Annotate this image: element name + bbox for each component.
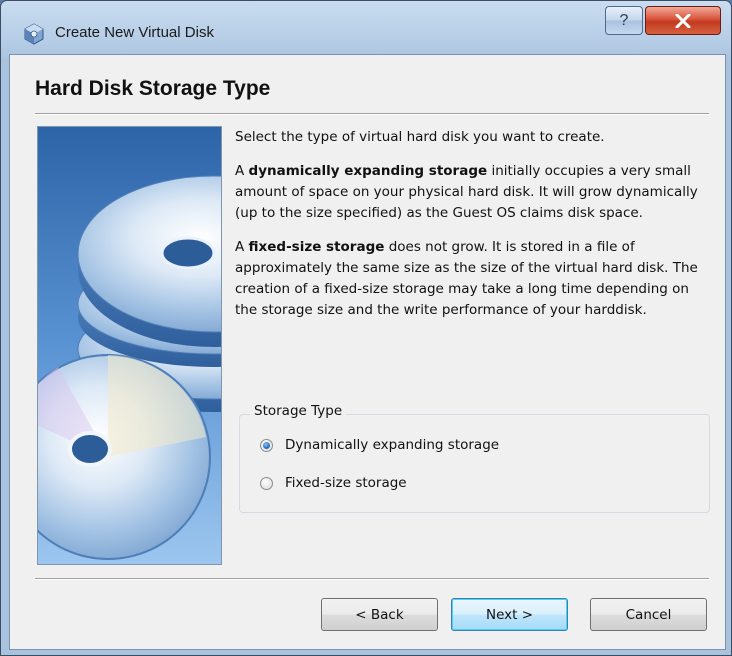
close-x-icon (675, 13, 691, 28)
title-bar[interactable]: Create New Virtual Disk ? (1, 1, 731, 53)
close-button[interactable] (645, 6, 721, 35)
virtualbox-cube-icon (24, 23, 44, 45)
help-icon: ? (619, 11, 629, 29)
footer-divider (35, 578, 709, 580)
header-divider (35, 113, 709, 115)
intro-text: Select the type of virtual hard disk you… (235, 129, 605, 145)
description-text: Select the type of virtual hard disk you… (235, 127, 715, 334)
fixed-term: fixed-size storage (248, 239, 385, 255)
help-button[interactable]: ? (605, 6, 643, 35)
storage-type-title: Storage Type (250, 403, 347, 419)
back-button[interactable]: < Back (321, 598, 438, 631)
storage-type-group: Storage Type Dynamically expanding stora… (239, 403, 710, 513)
cancel-button[interactable]: Cancel (590, 598, 707, 631)
wizard-side-image (37, 126, 222, 565)
radio-dynamic-label: Dynamically expanding storage (285, 437, 500, 453)
radio-button-unchecked[interactable] (260, 476, 273, 490)
radio-button-checked[interactable] (260, 438, 273, 452)
disks-illustration (38, 127, 221, 564)
radio-dynamic-storage[interactable]: Dynamically expanding storage (260, 437, 499, 453)
next-button[interactable]: Next > (451, 598, 568, 631)
dialog-window: Create New Virtual Disk ? Hard Disk Stor… (0, 0, 732, 656)
dynamic-term: dynamically expanding storage (248, 163, 488, 179)
dialog-client-area: Hard Disk Storage Type Select the type o… (9, 54, 726, 650)
fixed-description: A fixed-size storage does not grow. It i… (235, 239, 698, 318)
radio-fixed-storage[interactable]: Fixed-size storage (260, 475, 407, 491)
dynamic-description: A dynamically expanding storage initiall… (235, 163, 698, 221)
page-title: Hard Disk Storage Type (35, 77, 271, 100)
radio-fixed-label: Fixed-size storage (285, 475, 407, 491)
window-title: Create New Virtual Disk (55, 24, 214, 41)
